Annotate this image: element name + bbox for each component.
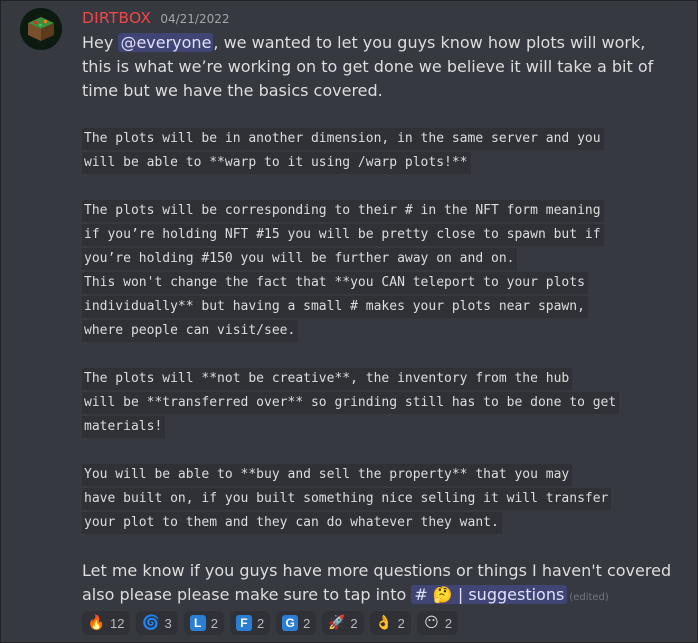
channel-hash-icon: #: [414, 585, 428, 604]
reaction-count: 2: [256, 615, 265, 631]
reaction-spiral[interactable]: 🌀 3: [136, 611, 178, 635]
reaction-letter-g[interactable]: G2: [276, 611, 317, 635]
code-line: This won't change the fact that **you CA…: [82, 272, 588, 294]
fire-icon: 🔥: [87, 614, 106, 631]
reactions-bar: 🔥 12 🌀 3 L 2 F 2 G 2 🚀 2 👌 2 😶 2: [82, 611, 459, 635]
code-line: The plots will be in another dimension, …: [82, 128, 604, 150]
reaction-letter-l[interactable]: L2: [183, 611, 224, 635]
intro-text-start: Hey: [82, 33, 119, 52]
code-block-4: You will be able to **buy and sell the p…: [82, 463, 612, 535]
rocket-icon: 🚀: [328, 614, 346, 631]
reaction-rocket[interactable]: 🚀 2: [322, 611, 364, 635]
reaction-face[interactable]: 😶 2: [416, 611, 459, 635]
ok-hand-icon: 👌: [375, 614, 393, 631]
channel-name: suggestions: [468, 585, 565, 604]
code-line: The plots will **not be creative**, the …: [82, 368, 573, 390]
reaction-count: 2: [303, 615, 311, 631]
reaction-count: 3: [164, 615, 172, 631]
reaction-count: 2: [397, 615, 405, 631]
code-block-1: The plots will be in another dimension, …: [82, 127, 604, 175]
edited-label: (edited): [569, 592, 609, 603]
code-line: your plot to them and they can do whatev…: [82, 512, 502, 534]
reaction-count: 2: [444, 615, 453, 631]
message-outro: Let me know if you guys have more questi…: [82, 559, 682, 610]
code-block-2: The plots will be corresponding to their…: [82, 199, 604, 343]
code-line: where people can visit/see.: [82, 320, 299, 342]
letter-g-icon: G: [282, 615, 299, 631]
reaction-letter-f[interactable]: F2: [229, 611, 271, 635]
code-line: if you’re holding NFT #15 you will be pr…: [82, 224, 604, 246]
code-line: will be **transferred over** so grinding…: [82, 392, 620, 414]
code-line: The plots will be corresponding to their…: [82, 200, 604, 222]
author-name[interactable]: DIRTBOX: [82, 9, 151, 27]
reaction-count: 2: [350, 615, 358, 631]
timestamp: 04/21/2022: [160, 12, 230, 26]
reaction-ok-hand[interactable]: 👌 2: [369, 611, 411, 635]
reaction-count: 2: [210, 615, 218, 631]
reaction-fire[interactable]: 🔥 12: [82, 611, 131, 635]
code-line: have built on, if you built something ni…: [82, 488, 612, 510]
thinking-emoji-icon: 🤔: [432, 585, 453, 604]
reaction-count: 12: [110, 615, 125, 631]
code-block-3: The plots will **not be creative**, the …: [82, 367, 620, 439]
message-header: DIRTBOX 04/21/2022: [82, 8, 229, 27]
code-line: you’re holding #150 you will be further …: [82, 248, 518, 270]
channel-separator: |: [457, 585, 464, 604]
letter-f-icon: F: [235, 615, 252, 631]
everyone-mention[interactable]: @everyone: [118, 33, 214, 52]
code-line: will be able to **warp to it using /warp…: [82, 152, 471, 174]
face-icon: 😶: [424, 614, 439, 631]
code-line: materials!: [82, 416, 166, 438]
channel-mention-suggestions[interactable]: # 🤔 | suggestions: [411, 585, 568, 604]
spiral-icon: 🌀: [142, 614, 160, 631]
code-line: individually** but having a small # make…: [82, 296, 588, 318]
letter-l-icon: L: [189, 615, 206, 631]
code-line: You will be able to **buy and sell the p…: [82, 464, 573, 486]
dirt-block-icon: [20, 8, 62, 50]
message-intro: Hey @everyone, we wanted to let you guys…: [82, 31, 662, 103]
avatar[interactable]: [20, 8, 62, 50]
